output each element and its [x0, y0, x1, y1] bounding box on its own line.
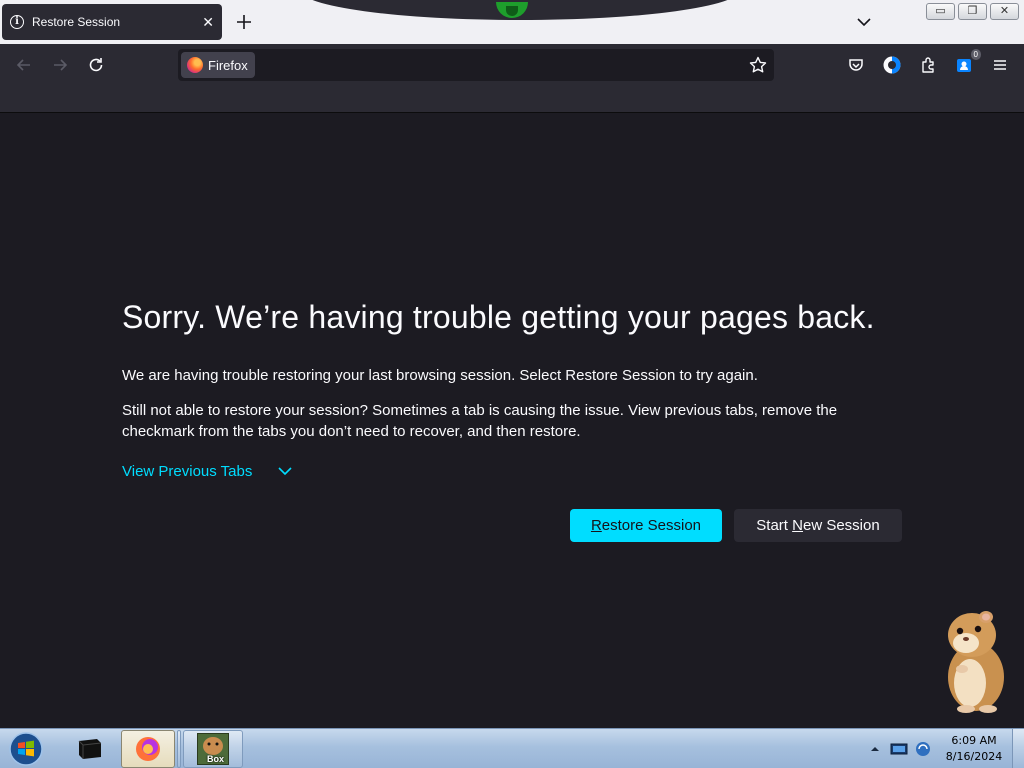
restore-window-icon: ❐: [967, 5, 978, 17]
extension-count-badge: 0: [970, 49, 981, 60]
minimize-button[interactable]: ▭: [926, 3, 955, 20]
tab-restore-session[interactable]: i Restore Session ✕: [2, 4, 222, 40]
tab-strip: i Restore Session ✕ ▭ ❐ ✕: [0, 0, 1024, 44]
system-clock[interactable]: 6:09 AM 8/16/2024: [938, 733, 1010, 765]
box-app-icon: Box: [197, 733, 229, 765]
close-window-icon: ✕: [999, 5, 1010, 17]
account-button[interactable]: [880, 53, 904, 77]
restore-session-label: estore Session: [601, 517, 702, 534]
navigation-toolbar: Firefox 0: [0, 44, 1024, 86]
restore-window-button[interactable]: ❐: [958, 3, 987, 20]
address-bar[interactable]: Firefox: [178, 49, 774, 81]
bookmarks-toolbar: [0, 86, 1024, 113]
restore-access-key: R: [590, 517, 602, 534]
app-menu-button[interactable]: [988, 53, 1012, 77]
start-new-session-button[interactable]: Start New Session: [734, 509, 902, 542]
bookmark-star-button[interactable]: [748, 55, 768, 75]
firefox-browser-icon: [136, 737, 160, 761]
identity-box[interactable]: Firefox: [181, 52, 255, 78]
clock-time: 6:09 AM: [951, 734, 997, 747]
taskbar-terminal[interactable]: [62, 730, 116, 768]
account-icon: [883, 56, 901, 74]
clock-date: 8/16/2024: [945, 750, 1003, 763]
taskbar-box-app[interactable]: Box: [183, 730, 243, 768]
identity-label: Firefox: [208, 57, 248, 73]
taskbar-firefox[interactable]: [121, 730, 175, 768]
forward-button[interactable]: [46, 52, 74, 78]
reload-button[interactable]: [82, 52, 110, 78]
pocket-icon: [849, 59, 863, 71]
restore-description: We are having trouble restoring your las…: [122, 367, 758, 384]
hamster-face-icon: [203, 737, 223, 755]
info-icon: i: [10, 15, 24, 29]
plus-icon: [237, 15, 251, 29]
new-tab-button[interactable]: [232, 10, 256, 34]
extension-badge-icon: [957, 59, 971, 72]
close-icon[interactable]: ✕: [202, 14, 214, 31]
restore-session-page: Sorry. We’re having trouble getting your…: [0, 113, 1024, 728]
extensions-button[interactable]: [916, 53, 940, 77]
new-session-label-end: ew Session: [802, 517, 880, 534]
hamster-desktop-mascot: [948, 611, 1004, 713]
show-desktop-button[interactable]: [1012, 729, 1024, 768]
action-center-icon[interactable]: [914, 740, 932, 758]
forward-arrow-icon: [54, 59, 68, 71]
taskbar-divider: [177, 730, 181, 768]
chevron-down-icon: [857, 18, 871, 27]
chevron-down-icon: [278, 467, 292, 476]
star-icon: [749, 56, 767, 73]
pocket-button[interactable]: [844, 53, 868, 77]
list-all-tabs-button[interactable]: [852, 10, 876, 34]
extensions-icon: [922, 57, 934, 73]
box-app-label: Box: [207, 754, 225, 764]
windows-start-icon: [9, 732, 43, 766]
close-window-button[interactable]: ✕: [990, 3, 1019, 20]
system-tray: [868, 729, 932, 768]
reload-icon: [89, 58, 103, 72]
new-session-access-key: N: [792, 517, 803, 534]
minimize-icon: ▭: [935, 5, 946, 17]
view-previous-tabs-toggle[interactable]: View Previous Tabs: [122, 462, 294, 480]
back-button[interactable]: [10, 52, 38, 78]
troubleshoot-description: Still not able to restore your session? …: [122, 402, 838, 440]
network-icon[interactable]: [890, 742, 908, 756]
page-title: Sorry. We’re having trouble getting your…: [122, 299, 875, 335]
menu-icon: [994, 60, 1006, 70]
extension-button[interactable]: 0: [952, 49, 981, 77]
restore-session-button[interactable]: Restore Session: [570, 509, 722, 542]
new-session-label-start: Start: [756, 517, 793, 534]
firefox-logo-icon: [187, 57, 203, 73]
windows-taskbar: Box 6:09 AM 8/16/2024: [0, 728, 1024, 768]
show-hidden-icons-icon[interactable]: [868, 742, 882, 756]
start-button[interactable]: [6, 731, 46, 767]
view-previous-tabs-label: View Previous Tabs: [122, 462, 253, 480]
terminal-icon: [78, 739, 102, 759]
back-arrow-icon: [16, 59, 30, 71]
tab-title: Restore Session: [32, 15, 121, 29]
